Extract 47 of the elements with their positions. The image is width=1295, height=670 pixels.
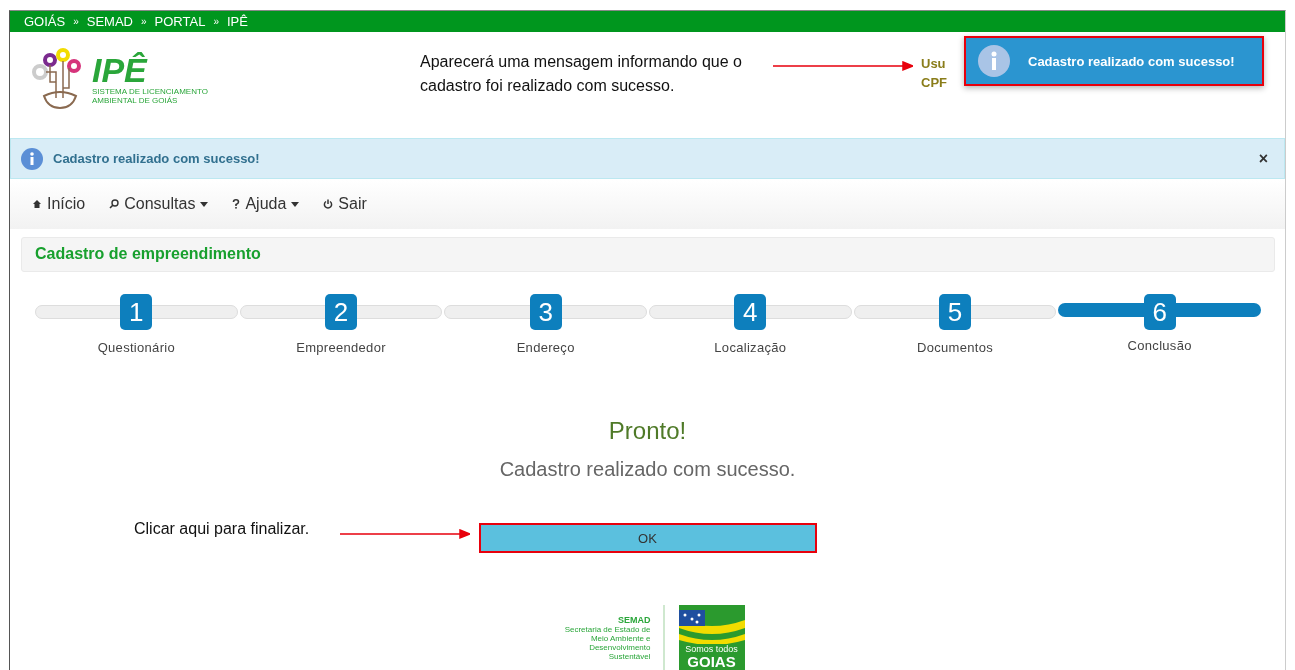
slogan-text: Somos todos: [685, 644, 738, 654]
step-label: Endereço: [516, 340, 575, 355]
step-label: Empreendedor: [296, 340, 386, 355]
step-number[interactable]: 2: [325, 294, 357, 330]
ok-button[interactable]: OK: [478, 523, 817, 553]
breadcrumb-separator: »: [73, 16, 79, 28]
power-icon: [323, 199, 334, 210]
annotation-text: Aparecerá uma mensagem informando que o cadastro foi realizado com sucesso.: [420, 52, 743, 96]
info-icon: [978, 45, 1010, 77]
nav-item[interactable]: Sair: [323, 195, 367, 214]
step-number[interactable]: 4: [734, 294, 767, 330]
breadcrumb-item[interactable]: GOIÁS: [24, 14, 66, 30]
search-icon: [109, 199, 120, 210]
goias-text: GOIAS: [687, 654, 736, 669]
nav-item[interactable]: Ajuda: [232, 195, 300, 214]
breadcrumb-separator: »: [213, 16, 219, 28]
nav-item[interactable]: Início: [32, 195, 86, 214]
breadcrumb-item[interactable]: IPÊ: [226, 14, 248, 30]
toast-message: Cadastro realizado com sucesso!: [1028, 53, 1235, 69]
close-button[interactable]: ×: [1252, 148, 1274, 169]
breadcrumb-item[interactable]: SEMAD: [86, 14, 133, 30]
panel-title: Cadastro de empreendimento: [35, 245, 261, 264]
step-label: Localização: [714, 340, 787, 355]
step-number[interactable]: 6: [1143, 294, 1176, 330]
breadcrumb-separator: »: [141, 16, 147, 28]
logo-title: IPÊ: [92, 52, 149, 87]
step-number[interactable]: 5: [939, 294, 971, 330]
alert-message: Cadastro realizado com sucesso!: [53, 151, 261, 167]
info-icon: [21, 147, 43, 170]
annotation-text: Clicar aqui para finalizar.: [134, 519, 311, 539]
logo-subtitle: SISTEMA DE LICENCIAMENTO AMBIENTAL DE GOIÁS: [92, 86, 209, 105]
nav-item[interactable]: Consultas: [109, 195, 209, 214]
flag-drawing: [678, 610, 745, 644]
step-label: Questionário: [97, 340, 175, 355]
result-title: Pronto!: [608, 417, 687, 445]
breadcrumb-item[interactable]: PORTAL: [154, 14, 206, 30]
step-number[interactable]: 1: [120, 294, 153, 330]
step-label: Documentos: [917, 340, 993, 355]
step-label: Conclusão: [1127, 338, 1192, 353]
home-icon: [32, 199, 42, 210]
semad-text: Secretaria de Estado de Meio Ambiente e Desenvolvimento Sustentável: [563, 625, 651, 661]
user-label: Usu: [921, 55, 947, 71]
help-icon: [232, 199, 241, 210]
step-number[interactable]: 3: [529, 294, 562, 330]
semad-title: SEMAD: [618, 615, 651, 625]
result-message: Cadastro realizado com sucesso.: [499, 458, 796, 481]
cpf-label: CPF: [921, 74, 947, 90]
